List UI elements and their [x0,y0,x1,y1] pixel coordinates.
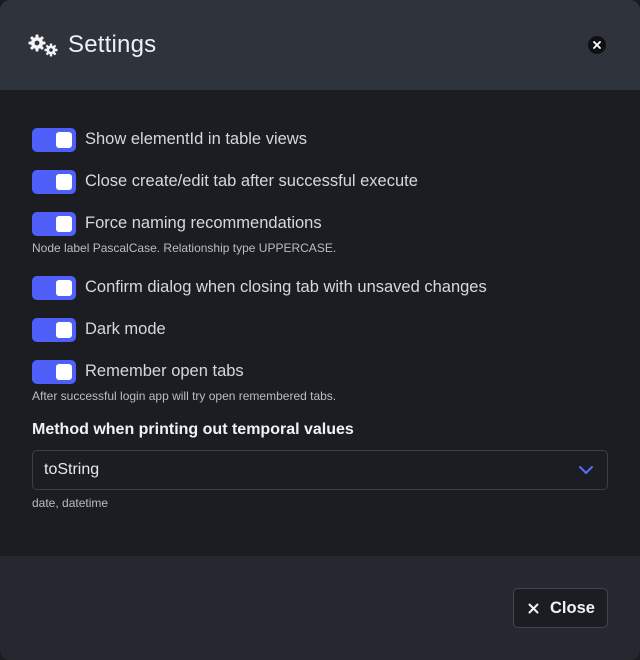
close-icon [528,603,539,614]
select-value: toString [44,461,100,478]
setting-confirm-dialog: Confirm dialog when closing tab with uns… [32,276,612,300]
setting-close-tab-after-execute: Close create/edit tab after successful e… [32,170,612,194]
setting-label: Remember open tabs [85,362,244,380]
chevron-down-icon [579,466,593,474]
toggle-knob [56,132,72,148]
setting-label: Show elementId in table views [85,130,307,148]
setting-label: Dark mode [85,320,166,338]
gears-icon [28,34,58,57]
toggle-switch[interactable] [32,170,76,194]
setting-hint-remember-tabs: After successful login app will try open… [32,389,337,403]
close-button[interactable]: Close [513,588,608,628]
toggle-switch[interactable] [32,128,76,152]
toggle-knob [56,364,72,380]
toggle-switch[interactable] [32,276,76,300]
toggle-knob [56,216,72,232]
setting-label: Close create/edit tab after successful e… [85,172,418,190]
temporal-method-select[interactable]: toString [32,450,608,490]
toggle-knob [56,322,72,338]
header-close-button[interactable] [588,36,606,54]
modal-title: Settings [68,31,157,58]
setting-force-naming: Force naming recommendations [32,212,612,236]
setting-label: Confirm dialog when closing tab with uns… [85,278,487,296]
toggle-switch[interactable] [32,360,76,384]
toggle-knob [56,174,72,190]
modal-header: Settings [0,0,640,90]
toggle-switch[interactable] [32,212,76,236]
close-button-label: Close [550,599,595,617]
toggle-switch[interactable] [32,318,76,342]
toggle-knob [56,280,72,296]
settings-modal: Settings Show elementId in table views C… [0,0,640,660]
setting-hint-naming: Node label PascalCase. Relationship type… [32,241,337,255]
temporal-hint: date, datetime [32,496,109,510]
setting-label: Force naming recommendations [85,214,322,232]
close-icon [593,41,601,49]
modal-body: Show elementId in table views Close crea… [0,90,640,556]
modal-footer: Close [0,556,640,660]
setting-dark-mode: Dark mode [32,318,612,342]
setting-remember-tabs: Remember open tabs [32,360,612,384]
temporal-method-label: Method when printing out temporal values [32,421,354,438]
setting-show-elementid: Show elementId in table views [32,128,612,152]
